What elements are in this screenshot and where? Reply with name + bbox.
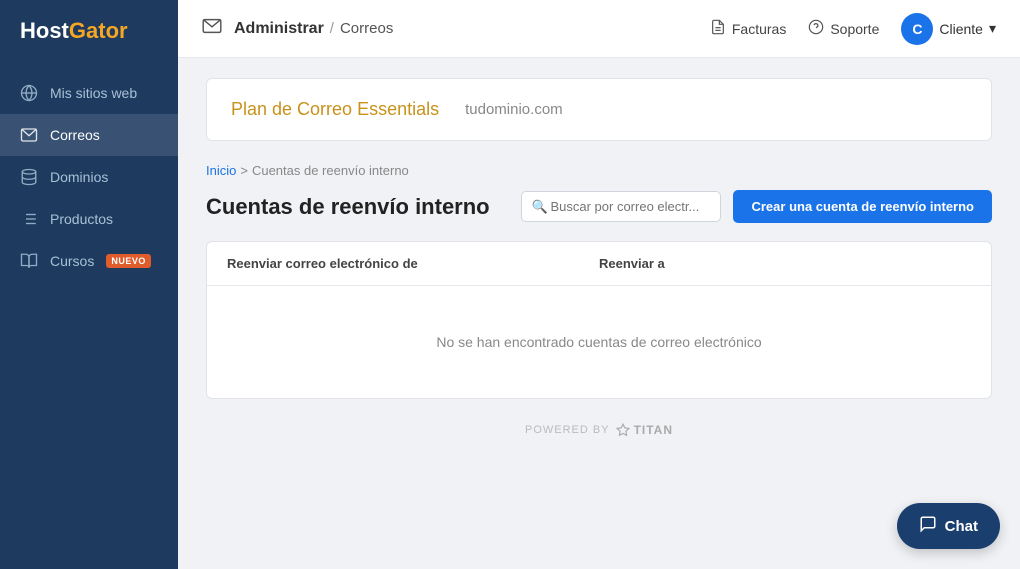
sidebar-label-cursos: Cursos [50, 253, 94, 269]
sidebar: HostGator Mis sitios web Correos [0, 0, 178, 569]
topbar: Administrar / Correos Facturas [178, 0, 1020, 58]
section-header: Cuentas de reenvío interno 🔍 Crear una c… [206, 190, 992, 223]
col-to-header: Reenviar a [599, 256, 971, 271]
cliente-label: Cliente [939, 21, 983, 37]
create-button[interactable]: Crear una cuenta de reenvío interno [733, 190, 992, 223]
breadcrumb-inicio[interactable]: Inicio [206, 163, 236, 178]
topbar-correos: Correos [340, 20, 393, 37]
topbar-breadcrumb: Administrar / Correos [234, 20, 393, 38]
content: Plan de Correo Essentials tudominio.com … [178, 58, 1020, 569]
titan-brand: TITAN [616, 423, 673, 437]
logo-gator: Gator [69, 18, 128, 43]
sidebar-item-mis-sitios[interactable]: Mis sitios web [0, 72, 178, 114]
search-wrap: 🔍 [521, 191, 721, 222]
question-icon [808, 19, 824, 38]
breadcrumb-current: Cuentas de reenvío interno [252, 163, 409, 178]
logo: HostGator [0, 0, 178, 62]
facturas-icon [710, 19, 726, 38]
soporte-label: Soporte [830, 21, 879, 37]
sidebar-label-productos: Productos [50, 211, 113, 227]
breadcrumb-sep: > [240, 163, 248, 178]
topbar-admin-link: Administrar [234, 20, 324, 38]
sidebar-label-mis-sitios: Mis sitios web [50, 85, 137, 101]
avatar: C [901, 13, 933, 45]
topbar-right: Facturas Soporte C Cliente ▾ [710, 13, 996, 45]
sidebar-item-correos[interactable]: Correos [0, 114, 178, 156]
soporte-link[interactable]: Soporte [808, 19, 879, 38]
sidebar-nav: Mis sitios web Correos Dominios [0, 72, 178, 282]
plan-title: Plan de Correo Essentials [231, 99, 439, 120]
disk-icon [20, 168, 38, 186]
chat-label: Chat [945, 518, 978, 535]
cursos-badge: NUEVO [106, 254, 151, 268]
mail-icon [202, 18, 222, 39]
search-icon: 🔍 [531, 199, 547, 215]
col-from-header: Reenviar correo electrónico de [227, 256, 599, 271]
sidebar-item-dominios[interactable]: Dominios [0, 156, 178, 198]
table-empty-message: No se han encontrado cuentas de correo e… [207, 286, 991, 398]
globe-icon [20, 84, 38, 102]
main-area: Administrar / Correos Facturas [178, 0, 1020, 569]
search-input[interactable] [521, 191, 721, 222]
chevron-down-icon: ▾ [989, 20, 996, 37]
facturas-link[interactable]: Facturas [710, 19, 786, 38]
page-title: Cuentas de reenvío interno [206, 194, 490, 220]
logo-host: Host [20, 18, 69, 43]
table-header: Reenviar correo electrónico de Reenviar … [207, 242, 991, 286]
plan-domain: tudominio.com [465, 101, 563, 118]
sidebar-item-productos[interactable]: Productos [0, 198, 178, 240]
topbar-sep: / [330, 20, 334, 37]
user-menu[interactable]: C Cliente ▾ [901, 13, 996, 45]
facturas-label: Facturas [732, 21, 786, 37]
plan-card: Plan de Correo Essentials tudominio.com [206, 78, 992, 141]
sidebar-item-cursos[interactable]: Cursos NUEVO [0, 240, 178, 282]
breadcrumb: Inicio > Cuentas de reenvío interno [206, 163, 992, 178]
email-icon [20, 126, 38, 144]
book-icon [20, 252, 38, 270]
powered-by: POWERED BY TITAN [206, 423, 992, 437]
sidebar-label-correos: Correos [50, 127, 100, 143]
section-actions: 🔍 Crear una cuenta de reenvío interno [521, 190, 992, 223]
table-card: Reenviar correo electrónico de Reenviar … [206, 241, 992, 399]
chat-button[interactable]: Chat [897, 503, 1000, 549]
chat-icon [919, 515, 937, 537]
powered-by-label: POWERED BY [525, 424, 610, 436]
sidebar-label-dominios: Dominios [50, 169, 108, 185]
list-icon [20, 210, 38, 228]
